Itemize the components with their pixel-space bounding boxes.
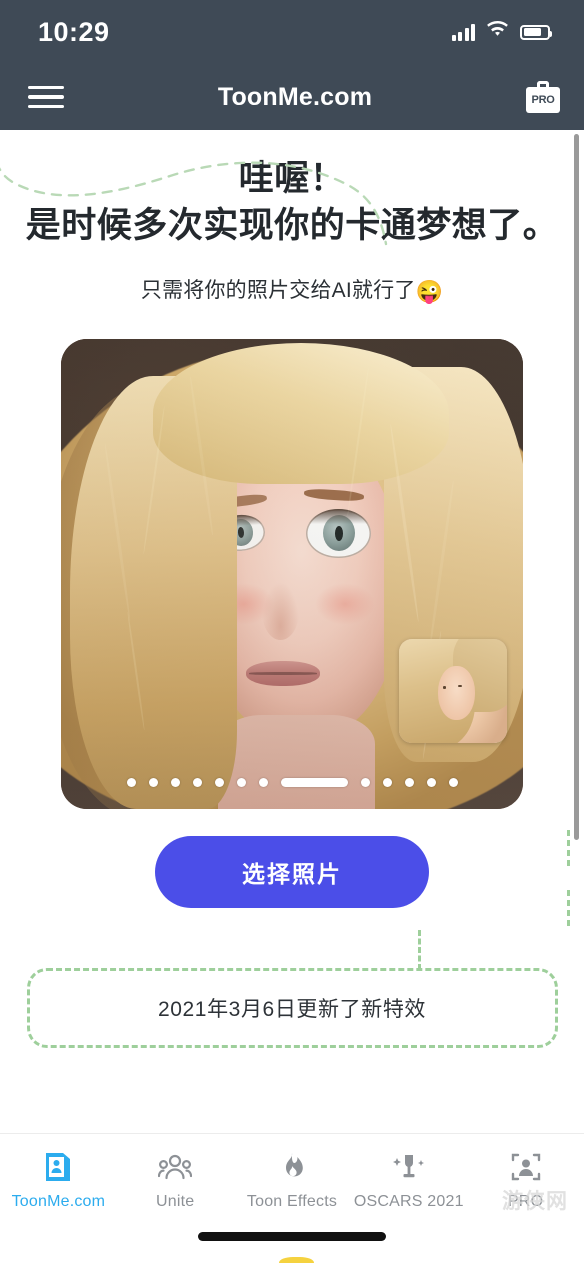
nav-label-toon-effects: Toon Effects xyxy=(246,1193,338,1210)
bottom-navigation: ToonMe.com Unite Toon Effects OSCARS 202… xyxy=(0,1133,584,1263)
carousel-indicator[interactable] xyxy=(61,777,523,787)
decorative-dash-right-1 xyxy=(567,830,570,866)
carousel-main-image[interactable] xyxy=(61,338,523,809)
carousel-dot[interactable] xyxy=(126,777,136,787)
update-banner[interactable]: 2021年3月6日更新了新特效 xyxy=(26,967,558,1048)
carousel-dot[interactable] xyxy=(382,777,392,787)
carousel-dot[interactable] xyxy=(148,777,158,787)
carousel-dot[interactable] xyxy=(404,777,414,787)
carousel-dot[interactable] xyxy=(192,777,202,787)
carousel-dot[interactable] xyxy=(426,777,436,787)
carousel-dot[interactable] xyxy=(258,777,268,787)
page-subhead: 只需将你的照片交给AI就行了😜 xyxy=(0,274,584,305)
thumbnail-2-accent xyxy=(279,1257,315,1263)
toonme-document-icon xyxy=(43,1150,73,1184)
subhead-text: 只需将你的照片交给AI就行了 xyxy=(140,278,416,302)
hamburger-menu-icon[interactable] xyxy=(28,85,64,109)
cta-wrapper: 选择照片 xyxy=(0,835,584,908)
carousel-dot-active[interactable] xyxy=(280,777,348,787)
carousel-dot[interactable] xyxy=(360,777,370,787)
main-content: 哇喔！ 是时候多次实现你的卡通梦想了。 只需将你的照片交给AI就行了😜 选择照片… xyxy=(0,130,584,1263)
carousel-wrapper[interactable] xyxy=(61,338,523,809)
wink-tongue-emoji-icon: 😜 xyxy=(415,278,444,304)
status-bar: 10:29 xyxy=(0,0,584,64)
carousel-dot[interactable] xyxy=(236,777,246,787)
headline-line-2: 是时候多次实现你的卡通梦想了。 xyxy=(25,205,559,245)
flame-icon xyxy=(280,1150,304,1184)
nav-item-unite[interactable]: Unite xyxy=(117,1150,234,1211)
briefcase-pro-icon[interactable]: PRO xyxy=(526,81,560,113)
nav-label-toonme: ToonMe.com xyxy=(11,1193,106,1210)
trophy-sparkle-icon xyxy=(391,1150,427,1184)
portrait-frame-icon xyxy=(511,1150,541,1184)
people-group-icon xyxy=(158,1150,193,1184)
pro-badge-label: PRO xyxy=(531,94,555,106)
app-header: ToonMe.com PRO xyxy=(0,64,584,130)
nav-item-oscars[interactable]: OSCARS 2021 xyxy=(350,1150,467,1211)
battery-icon xyxy=(520,24,552,40)
decorative-dash-right-2 xyxy=(567,890,570,926)
site-watermark: 游侠网 xyxy=(502,1190,568,1213)
update-banner-text: 2021年3月6日更新了新特效 xyxy=(157,997,427,1021)
carousel-dot[interactable] xyxy=(448,777,458,787)
original-photo-inset[interactable] xyxy=(399,638,507,743)
page-headline: 哇喔！ 是时候多次实现你的卡通梦想了。 xyxy=(0,130,584,250)
headline-line-1: 哇喔！ xyxy=(238,159,346,198)
nav-item-toon-effects[interactable]: Toon Effects xyxy=(234,1150,351,1211)
original-photo-face xyxy=(437,665,475,720)
original-photo-eye-left xyxy=(443,686,447,689)
original-photo-eye-right xyxy=(458,685,462,688)
app-title: ToonMe.com xyxy=(217,82,373,111)
signal-bars-icon xyxy=(451,23,475,41)
nav-label-oscars: OSCARS 2021 xyxy=(353,1193,464,1210)
carousel-dot[interactable] xyxy=(214,777,224,787)
home-indicator[interactable] xyxy=(198,1232,386,1241)
carousel-dot[interactable] xyxy=(170,777,180,787)
nav-label-unite: Unite xyxy=(156,1193,195,1210)
decorative-dash-mid xyxy=(418,930,421,970)
nav-item-toonme[interactable]: ToonMe.com xyxy=(0,1150,117,1211)
select-photo-button[interactable]: 选择照片 xyxy=(155,835,429,908)
briefcase-body: PRO xyxy=(526,87,560,113)
status-icons xyxy=(451,20,552,43)
wifi-icon xyxy=(486,20,509,43)
original-photo-image xyxy=(399,638,507,743)
status-time: 10:29 xyxy=(38,16,110,47)
vertical-scrollbar[interactable] xyxy=(574,134,579,840)
